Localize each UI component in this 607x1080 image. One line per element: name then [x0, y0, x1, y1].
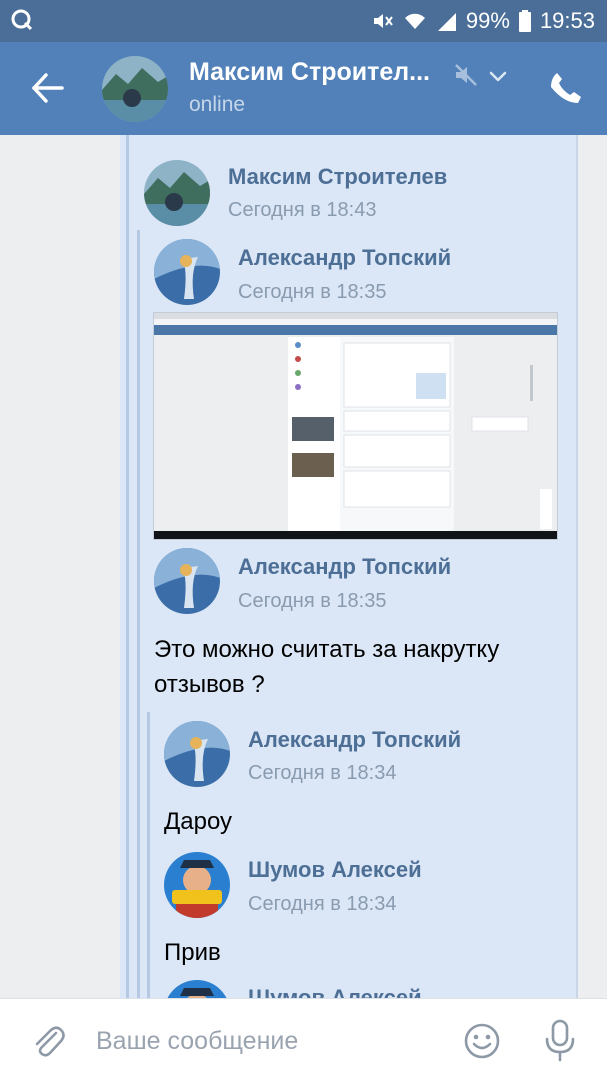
sender-name[interactable]: Шумов Алексей	[248, 857, 422, 883]
bell-off-icon	[455, 64, 477, 86]
chat-title[interactable]: Максим Строител...	[189, 58, 430, 87]
avatar[interactable]	[164, 852, 230, 918]
sender-name[interactable]: Александр Топский	[248, 727, 461, 753]
avatar[interactable]	[154, 548, 220, 614]
sender-name[interactable]: Александр Топский	[238, 554, 451, 580]
avatar[interactable]	[102, 56, 168, 122]
status-bar: 99% 19:53	[0, 0, 607, 42]
quote-line	[137, 230, 140, 998]
mute-icon	[373, 14, 393, 28]
message-time: Сегодня в 18:43	[228, 199, 377, 221]
avatar[interactable]	[164, 721, 230, 787]
sender-name[interactable]: Александр Топский	[238, 245, 451, 271]
message-time: Сегодня в 18:34	[248, 893, 397, 915]
message-time: Сегодня в 18:34	[248, 762, 397, 784]
clock: 19:53	[539, 8, 595, 33]
message-composer: Ваше сообщение	[0, 998, 607, 1080]
chat-header: Максим Строител... online	[0, 42, 607, 135]
image-attachment[interactable]	[153, 312, 558, 540]
battery-percent: 99%	[465, 8, 510, 33]
battery-icon	[518, 10, 531, 32]
back-arrow-icon[interactable]	[26, 66, 70, 110]
online-status: online	[189, 93, 246, 116]
avatar[interactable]	[144, 160, 210, 226]
message-text: Прив	[164, 939, 221, 966]
phone-icon[interactable]	[548, 70, 584, 106]
smile-icon[interactable]	[462, 1021, 502, 1061]
quote-line	[147, 712, 150, 998]
chevron-down-icon[interactable]	[486, 64, 510, 88]
message-text: Дароу	[164, 808, 233, 835]
wifi-icon	[404, 13, 425, 29]
sender-name[interactable]: Максим Строителев	[228, 164, 447, 190]
sender-name[interactable]: Шумов Алексей	[248, 985, 422, 998]
message-text: Это можно считать за накрутку отзывов ?	[154, 636, 500, 698]
message-list[interactable]: Максим Строителев Сегодня в 18:43 Алекса…	[0, 135, 607, 998]
signal-icon	[437, 13, 456, 31]
quote-line	[126, 135, 129, 998]
attach-icon[interactable]	[28, 1021, 68, 1061]
message-input[interactable]: Ваше сообщение	[96, 1027, 298, 1056]
message-time: Сегодня в 18:35	[238, 590, 387, 612]
q-app-icon	[11, 9, 33, 31]
mic-icon[interactable]	[542, 1019, 578, 1063]
avatar[interactable]	[154, 239, 220, 305]
message-time: Сегодня в 18:35	[238, 281, 387, 303]
